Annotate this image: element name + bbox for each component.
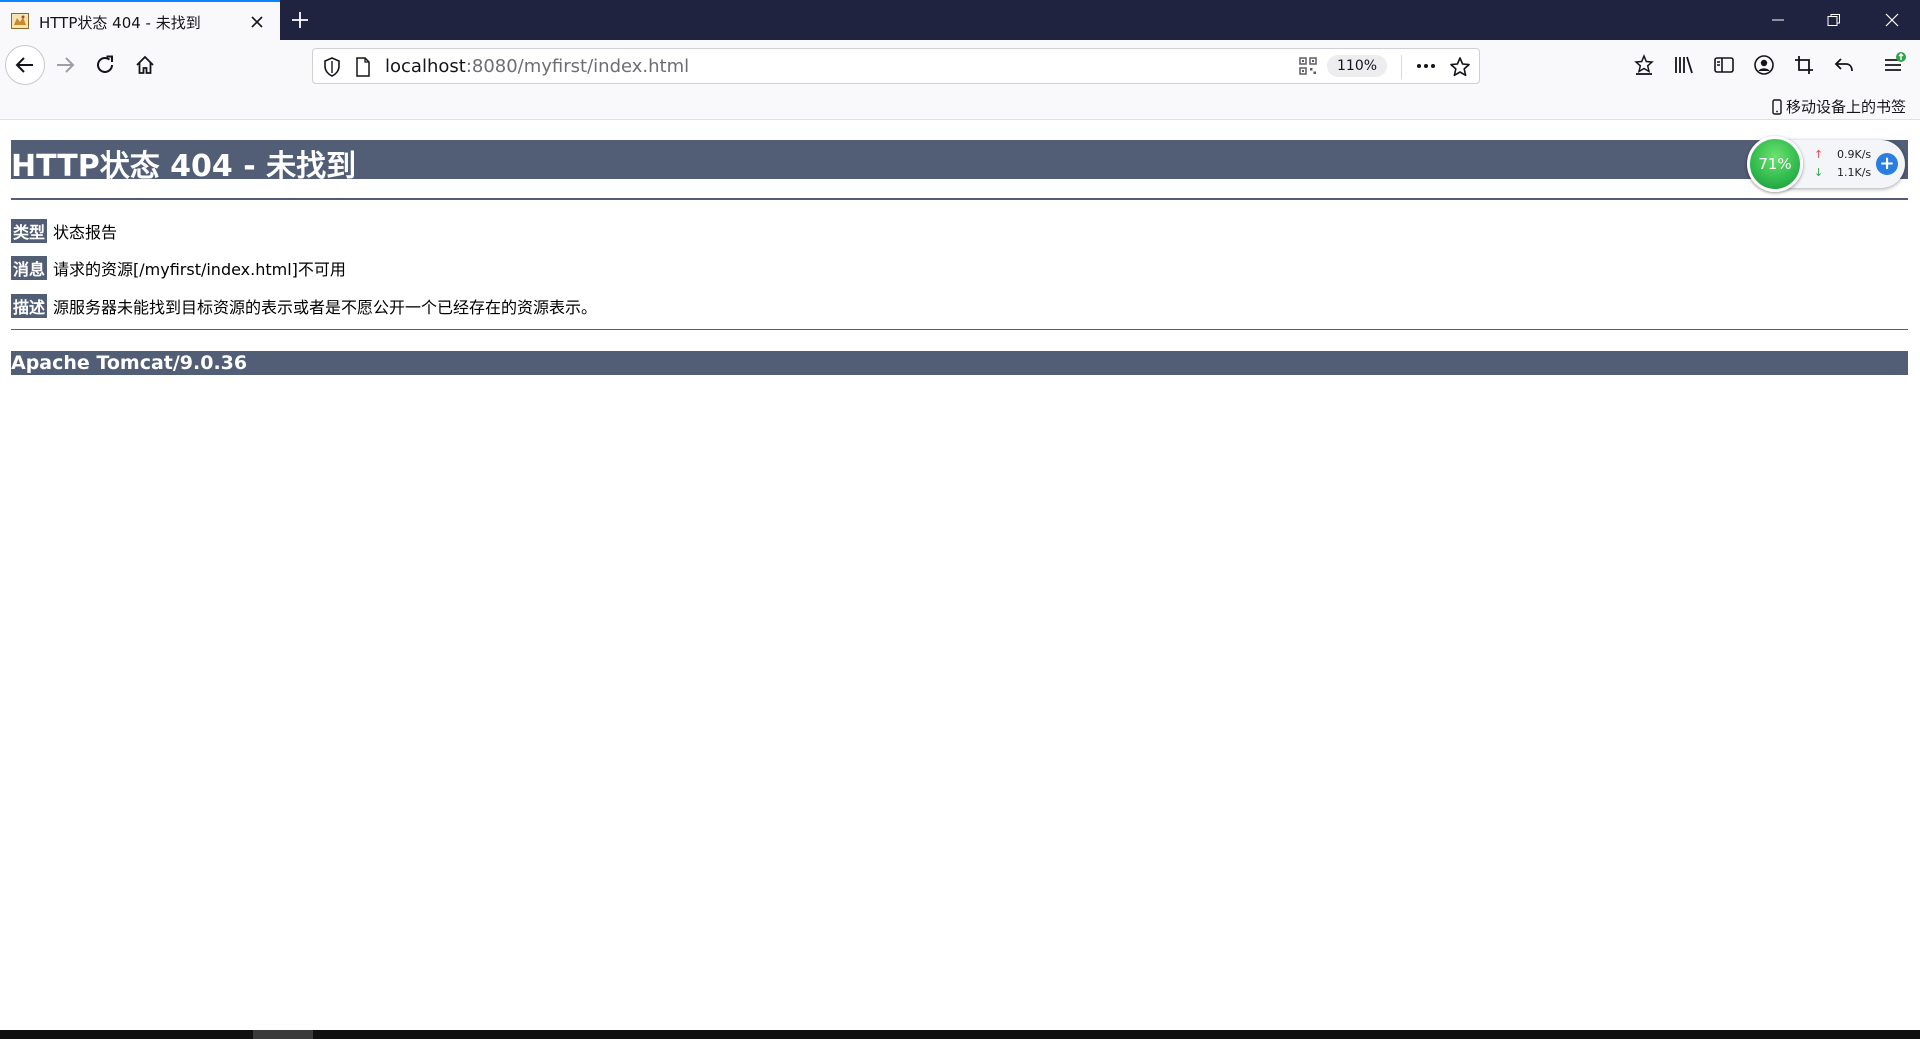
url-text[interactable]: localhost:8080/myfirst/index.html <box>385 56 689 77</box>
page-icon[interactable] <box>355 57 371 81</box>
divider <box>11 198 1908 200</box>
widget-plus-button[interactable]: + <box>1876 153 1898 175</box>
page-title: HTTP状态 404 - 未找到 <box>11 149 357 184</box>
zoom-level-button[interactable]: 110% <box>1327 55 1388 77</box>
type-value: 状态报告 <box>53 223 118 242</box>
page-content: HTTP状态 404 - 未找到 类型 状态报告 消息 请求的资源[/myfir… <box>0 120 1920 1030</box>
server-version: Apache Tomcat/9.0.36 <box>11 352 248 374</box>
mobile-device-icon <box>1772 98 1782 115</box>
forward-button[interactable] <box>54 54 78 78</box>
taskbar-active-item[interactable] <box>253 1030 313 1039</box>
close-icon[interactable] <box>248 13 266 31</box>
url-separator <box>1401 55 1402 79</box>
undo-icon[interactable] <box>1833 54 1857 78</box>
navigation-toolbar: localhost:8080/myfirst/index.html 110% <box>0 40 1920 92</box>
url-path: :8080/myfirst/index.html <box>465 56 690 77</box>
screenshot-icon[interactable] <box>1793 54 1817 78</box>
network-monitor-widget[interactable]: 71% ↑ 0.9K/s ↓ 1.1K/s + <box>1747 136 1905 192</box>
mobile-bookmarks-label: 移动设备上的书签 <box>1785 98 1906 116</box>
upload-speed: 0.9K/s <box>1837 148 1872 161</box>
download-arrow-icon: ↓ <box>1814 166 1824 179</box>
type-label: 类型 <box>11 219 48 243</box>
url-host: localhost <box>385 56 466 77</box>
qr-code-icon[interactable] <box>1299 57 1317 79</box>
library-icon[interactable] <box>1673 54 1697 78</box>
arrow-right-icon <box>57 57 75 73</box>
upload-arrow-icon: ↑ <box>1814 148 1824 161</box>
arrow-left-icon <box>15 57 33 73</box>
description-row: 描述 源服务器未能找到目标资源的表示或者是不愿公开一个已经存在的资源表示。 <box>11 294 597 318</box>
download-speed: 1.1K/s <box>1837 166 1872 179</box>
more-actions-icon[interactable] <box>1415 57 1437 79</box>
downloads-icon[interactable] <box>1633 54 1657 78</box>
tab-title: HTTP状态 404 - 未找到 <box>39 14 201 32</box>
shield-icon[interactable] <box>323 57 341 81</box>
description-value: 源服务器未能找到目标资源的表示或者是不愿公开一个已经存在的资源表示。 <box>53 298 598 317</box>
tomcat-favicon-icon <box>11 13 29 29</box>
url-bar[interactable]: localhost:8080/myfirst/index.html 110% <box>312 48 1480 84</box>
sidebar-icon[interactable] <box>1713 54 1737 78</box>
mobile-bookmarks-folder[interactable]: 移动设备上的书签 <box>1772 96 1906 117</box>
server-footer-bar: Apache Tomcat/9.0.36 <box>11 351 1908 375</box>
message-row: 消息 请求的资源[/myfirst/index.html]不可用 <box>11 256 346 280</box>
minimize-icon[interactable] <box>1750 0 1806 40</box>
message-label: 消息 <box>11 256 48 280</box>
reload-icon[interactable] <box>94 54 118 78</box>
memory-usage-gauge[interactable]: 71% <box>1747 136 1803 192</box>
tab-active[interactable]: HTTP状态 404 - 未找到 <box>0 0 280 40</box>
plus-icon[interactable] <box>289 9 311 31</box>
bookmark-star-icon[interactable] <box>1449 56 1471 82</box>
bookmarks-toolbar: 移动设备上的书签 <box>0 92 1920 120</box>
back-button[interactable] <box>5 45 45 85</box>
home-icon[interactable] <box>134 54 158 78</box>
restore-icon[interactable] <box>1806 0 1862 40</box>
menu-icon[interactable] <box>1883 52 1907 76</box>
close-window-icon[interactable] <box>1864 0 1920 40</box>
message-value: 请求的资源[/myfirst/index.html]不可用 <box>53 260 346 279</box>
divider <box>11 329 1908 330</box>
browser-titlebar: HTTP状态 404 - 未找到 <box>0 0 1920 40</box>
description-label: 描述 <box>11 294 48 318</box>
type-row: 类型 状态报告 <box>11 219 117 243</box>
error-heading-bar: HTTP状态 404 - 未找到 <box>11 140 1908 184</box>
account-icon[interactable] <box>1753 54 1777 78</box>
taskbar <box>0 1030 1920 1039</box>
